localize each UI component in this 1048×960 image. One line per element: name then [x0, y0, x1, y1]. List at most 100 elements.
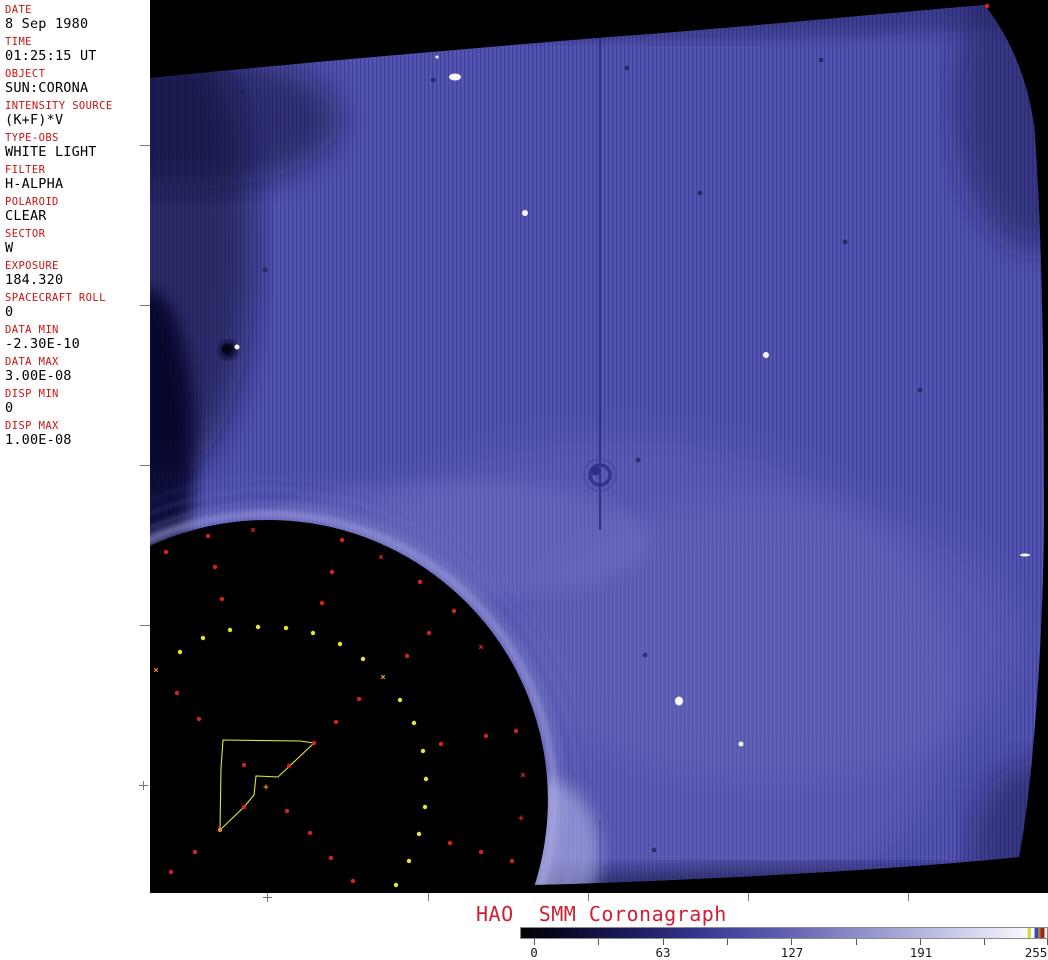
dark-speck — [697, 190, 703, 196]
metadata-value: -2.30E-10 — [5, 336, 80, 352]
metadata-value: SUN:CORONA — [5, 80, 89, 96]
metadata-item: DISP MIN 0 — [5, 388, 150, 416]
yellow-fiducial-dot — [393, 882, 399, 888]
white-dot — [763, 352, 769, 358]
white-dot — [675, 696, 683, 706]
white-dot — [522, 210, 528, 216]
metadata-value: (K+F)*V — [5, 112, 64, 128]
red-fiducial-dot — [241, 762, 247, 768]
bottom-axis-tick — [908, 893, 909, 901]
colorbar-label: 63 — [655, 945, 671, 960]
colorbar-label: 127 — [780, 945, 804, 960]
metadata-list: DATE 8 Sep 1980 TIME 01:25:15 UT OBJECT SUN:C… — [0, 0, 150, 448]
colorbar-label: 191 — [909, 945, 933, 960]
red-fiducial-dot — [168, 869, 174, 875]
red-fiducial-dot — [483, 733, 489, 739]
red-fiducial-dot — [350, 878, 356, 884]
red-fiducial-dot — [307, 830, 313, 836]
dark-speck — [917, 387, 923, 393]
dark-blob-core — [222, 344, 232, 354]
yellow-fiducial-dot — [177, 649, 183, 655]
red-fiducial-dot — [205, 533, 211, 539]
metadata-item: DISP MAX 1.00E-08 — [5, 420, 150, 448]
yellow-fiducial-dot — [310, 630, 316, 636]
metadata-item: INTENSITY SOURCE (K+F)*V — [5, 100, 150, 128]
yellow-fiducial-dot — [423, 776, 429, 782]
colorbar-tick — [984, 939, 986, 945]
colorbar-tick — [726, 939, 728, 945]
metadata-value: CLEAR — [5, 208, 47, 224]
metadata-value: 8 Sep 1980 — [5, 16, 89, 32]
red-fiducial-dot — [284, 808, 290, 814]
red-fiducial-dot — [328, 855, 334, 861]
bottom-axis-tick — [748, 893, 749, 901]
dark-speck — [635, 457, 641, 463]
left-axis-plus — [143, 781, 144, 790]
red-fiducial-dot — [163, 549, 169, 555]
yellow-fiducial-dot — [337, 641, 343, 647]
metadata-value: WHITE LIGHT — [5, 144, 97, 160]
red-fiducial-dot — [356, 696, 362, 702]
yellow-fiducial-dot — [420, 748, 426, 754]
metadata-item: DATA MAX 3.00E-08 — [5, 356, 150, 384]
metadata-item: SECTOR W — [5, 228, 150, 256]
yellow-fiducial-dot — [397, 697, 403, 703]
orange-fiducial-dot — [217, 827, 223, 833]
yellow-fiducial-dot — [360, 656, 366, 662]
colorbar-tick — [598, 939, 600, 945]
yellow-fiducial-dot — [255, 624, 261, 630]
app-root: DATE 8 Sep 1980 TIME 01:25:15 UT OBJECT SUN:C… — [0, 0, 1048, 960]
metadata-item: SPACECRAFT ROLL 0 — [5, 292, 150, 320]
left-axis-tick — [140, 465, 150, 466]
red-fiducial-dot — [513, 728, 519, 734]
yellow-fiducial-dot — [411, 720, 417, 726]
red-fiducial-dot — [329, 569, 335, 575]
metadata-item: EXPOSURE 184.320 — [5, 260, 150, 288]
white-dot — [1020, 553, 1030, 557]
red-fiducial-dot — [426, 630, 432, 636]
metadata-label: DISP MIN — [5, 388, 59, 400]
red-fiducial-dot — [212, 564, 218, 570]
bottom-axis-tick — [588, 893, 589, 901]
left-axis-tick — [140, 625, 150, 626]
metadata-value: 1.00E-08 — [5, 432, 72, 448]
red-fiducial-dot — [438, 741, 444, 747]
metadata-value: H-ALPHA — [5, 176, 64, 192]
bottom-axis-tick — [428, 893, 429, 901]
dark-speck — [240, 89, 246, 95]
yellow-fiducial-dot — [227, 627, 233, 633]
red-fiducial-dot — [509, 858, 515, 864]
red-fiducial-dot — [319, 600, 325, 606]
left-axis-tick — [140, 305, 150, 306]
colorbar-gradient — [520, 927, 1048, 939]
bottom-axis-plus — [267, 893, 268, 902]
metadata-value: 3.00E-08 — [5, 368, 72, 384]
red-fiducial-dot — [241, 804, 247, 810]
metadata-value: 0 — [5, 304, 14, 320]
dark-speck — [842, 239, 848, 245]
metadata-item: FILTER H-ALPHA — [5, 164, 150, 192]
metadata-item: DATE 8 Sep 1980 — [5, 4, 150, 32]
metadata-item: POLAROID CLEAR — [5, 196, 150, 224]
red-fiducial-dot — [311, 740, 317, 746]
red-fiducial-dot — [192, 849, 198, 855]
metadata-value: 01:25:15 UT — [5, 48, 97, 64]
metadata-item: TIME 01:25:15 UT — [5, 36, 150, 64]
red-fiducial-dot — [984, 3, 990, 9]
yellow-fiducial-dot — [283, 625, 289, 631]
white-dot — [435, 55, 439, 59]
red-fiducial-dot — [339, 537, 345, 543]
white-dot — [738, 741, 744, 747]
red-fiducial-dot — [451, 608, 457, 614]
red-fiducial-dot — [174, 690, 180, 696]
red-fiducial-dot — [286, 763, 292, 769]
dark-speck — [262, 267, 268, 273]
metadata-sidebar: DATE 8 Sep 1980 TIME 01:25:15 UT OBJECT SUN:C… — [0, 0, 150, 960]
colorbar-label: 255 — [1024, 945, 1048, 960]
red-fiducial-dot — [447, 840, 453, 846]
red-fiducial-dot — [417, 579, 423, 585]
ring-artifact-blob — [591, 466, 600, 476]
dark-speck — [651, 847, 657, 853]
metadata-item: TYPE-OBS WHITE LIGHT — [5, 132, 150, 160]
red-fiducial-dot — [404, 653, 410, 659]
